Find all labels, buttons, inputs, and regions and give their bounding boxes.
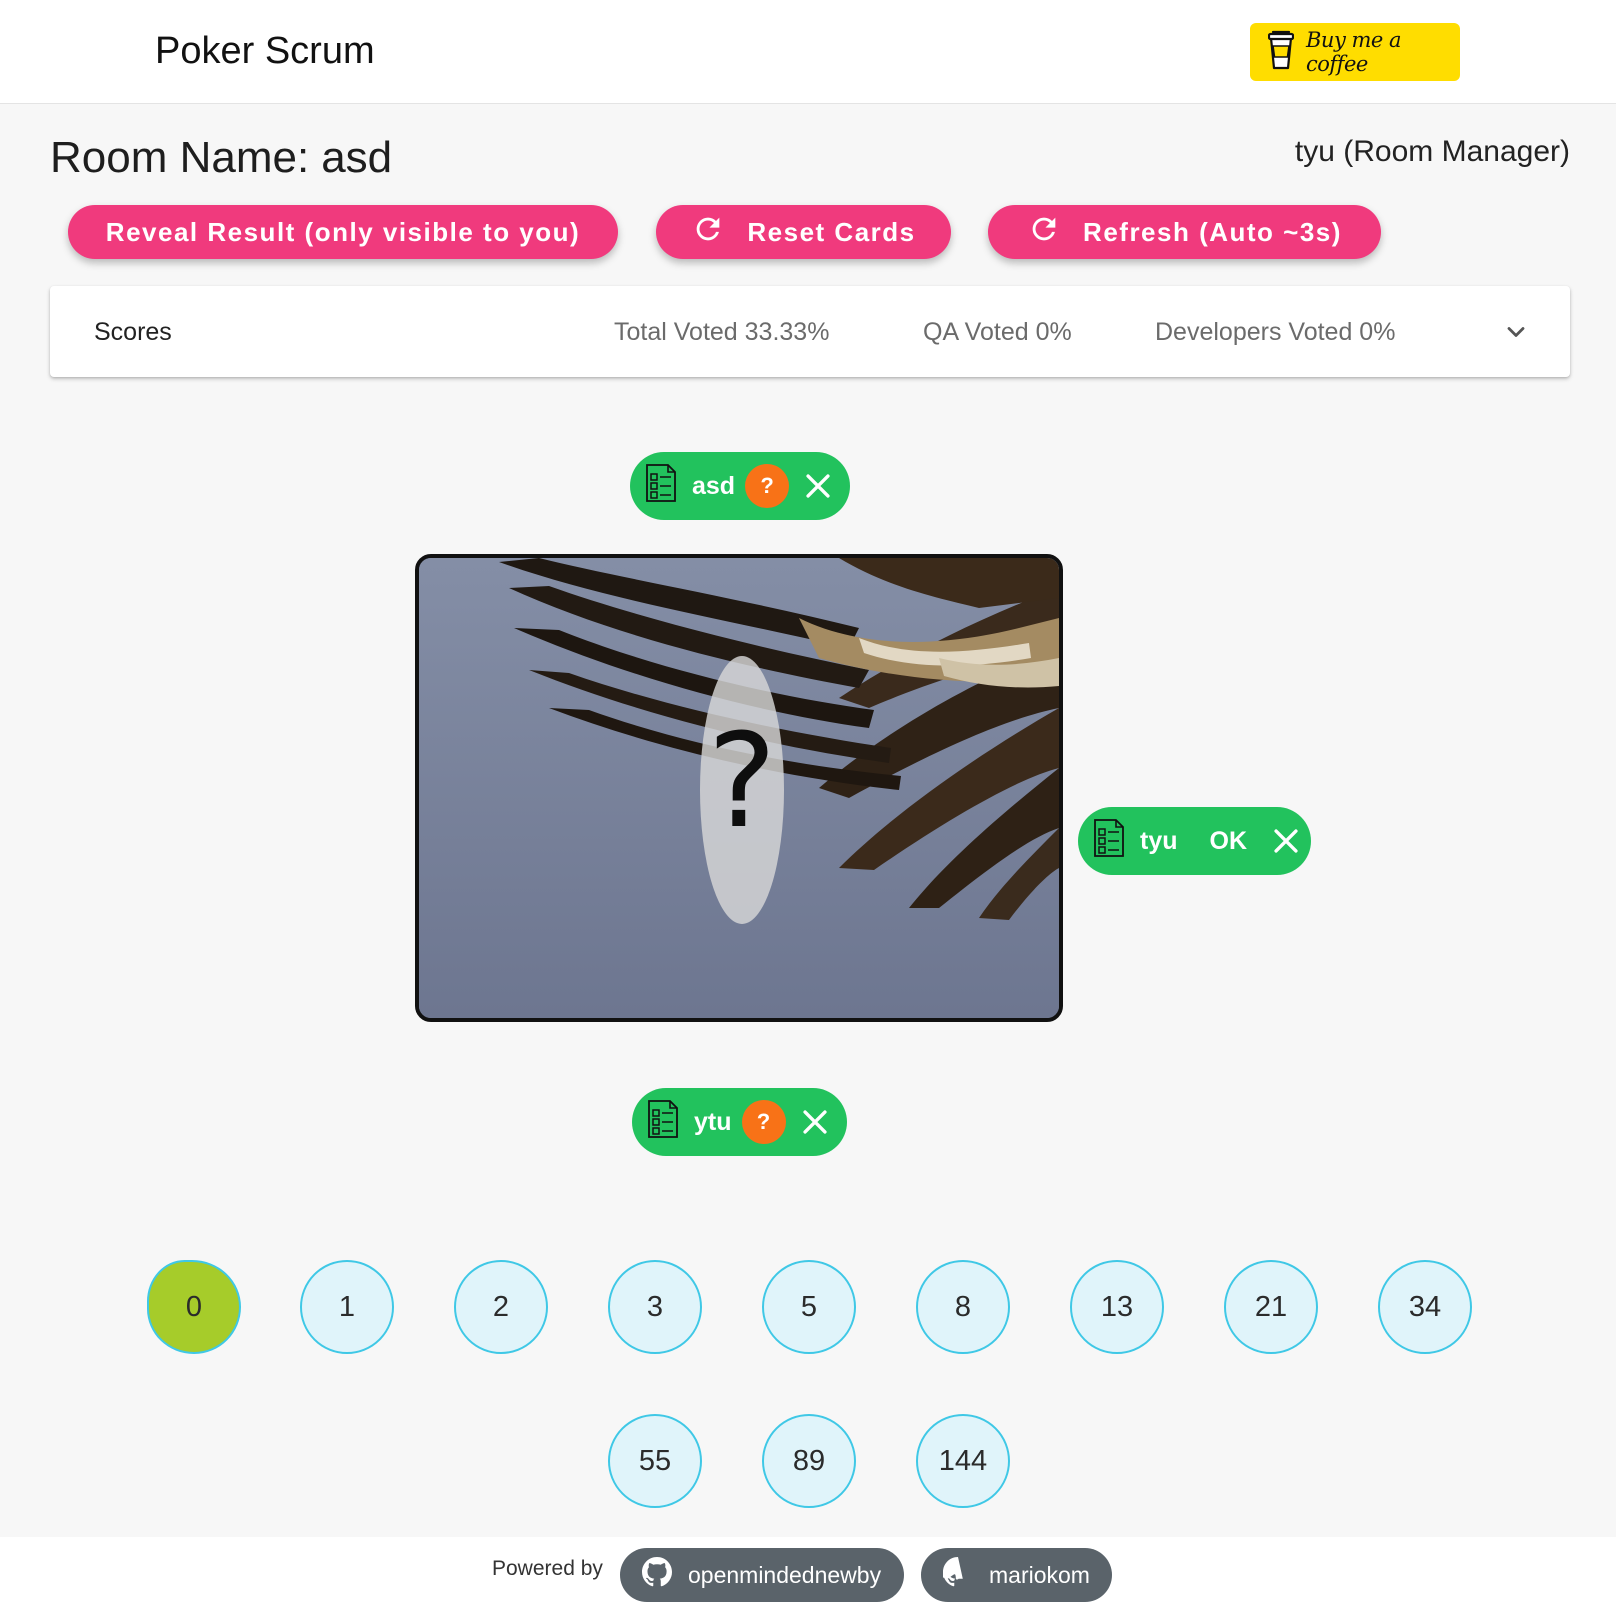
vote-card-8[interactable]: 8 [916, 1260, 1010, 1354]
buy-me-a-coffee-button[interactable]: Buy me a coffee [1250, 23, 1460, 81]
player-chip: tyu OK [1078, 807, 1311, 875]
github-link-mariokom[interactable]: mariokom [921, 1548, 1112, 1602]
powered-by-label: Powered by [492, 1557, 603, 1580]
reset-cards-label: Reset Cards [747, 216, 916, 247]
player-name: asd [692, 471, 736, 500]
checklist-icon [644, 463, 678, 510]
player-name: tyu [1140, 826, 1178, 855]
coffee-cup-icon [1267, 30, 1295, 75]
room-name-value: asd [321, 133, 393, 182]
coffee-label: Buy me a coffee [1306, 28, 1402, 76]
vote-card-1[interactable]: 1 [300, 1260, 394, 1354]
qa-voted-stat: QA Voted 0% [923, 318, 1072, 346]
checklist-icon [1092, 818, 1126, 865]
github-link-openmindednewby[interactable]: openmindednewby [620, 1548, 904, 1602]
github-link-label: mariokom [989, 1561, 1090, 1588]
question-mark-icon: ? [707, 705, 777, 857]
vote-card-89[interactable]: 89 [762, 1414, 856, 1508]
refresh-button[interactable]: Refresh (Auto ~3s) [988, 205, 1381, 259]
current-user-role: tyu (Room Manager) [1294, 135, 1570, 168]
player-name: ytu [694, 1107, 732, 1136]
refresh-icon [1027, 212, 1061, 253]
player-chip: ytu ? [632, 1088, 847, 1156]
hidden-result-indicator: ? [700, 656, 784, 924]
player-chip: asd ? [630, 452, 850, 520]
vote-status-badge: ? [741, 1100, 786, 1144]
total-voted-stat: Total Voted 33.33% [614, 318, 830, 346]
vote-card-13[interactable]: 13 [1070, 1260, 1164, 1354]
app-title: Poker Scrum [155, 30, 375, 72]
scores-accordion[interactable]: Scores Total Voted 33.33% QA Voted 0% De… [50, 286, 1570, 377]
chevron-down-icon[interactable] [1502, 318, 1530, 351]
room-name-label: Room Name: [50, 133, 310, 182]
developers-voted-stat: Developers Voted 0% [1155, 318, 1396, 346]
github-icon [940, 1557, 973, 1593]
vote-card-55[interactable]: 55 [608, 1414, 702, 1508]
vote-status-label: OK [1209, 826, 1248, 855]
room-name-heading: Room Name: asd [50, 133, 392, 183]
github-icon [642, 1557, 672, 1593]
vote-card-3[interactable]: 3 [608, 1260, 702, 1354]
vote-card-34[interactable]: 34 [1378, 1260, 1472, 1354]
top-app-bar: Poker Scrum Buy me a coffee [0, 0, 1616, 104]
reset-cards-button[interactable]: Reset Cards [656, 205, 951, 259]
vote-card-0[interactable]: 0 [147, 1260, 241, 1354]
vote-card-144[interactable]: 144 [916, 1414, 1010, 1508]
remove-player-button[interactable] [798, 1105, 832, 1139]
vote-card-5[interactable]: 5 [762, 1260, 856, 1354]
poker-table: ? [415, 554, 1063, 1022]
refresh-icon [691, 212, 725, 253]
remove-player-button[interactable] [801, 469, 835, 503]
vote-card-2[interactable]: 2 [454, 1260, 548, 1354]
footer: Powered by openmindednewby mariokom [0, 1537, 1616, 1607]
remove-player-button[interactable] [1269, 824, 1303, 858]
vote-card-21[interactable]: 21 [1224, 1260, 1318, 1354]
reveal-result-label: Reveal Result (only visible to you) [105, 216, 581, 247]
checklist-icon [646, 1099, 680, 1146]
github-link-label: openmindednewby [688, 1561, 882, 1588]
reveal-result-button[interactable]: Reveal Result (only visible to you) [68, 205, 618, 259]
vote-status-badge: ? [745, 464, 790, 508]
scores-title: Scores [94, 318, 172, 346]
refresh-label: Refresh (Auto ~3s) [1083, 216, 1342, 247]
